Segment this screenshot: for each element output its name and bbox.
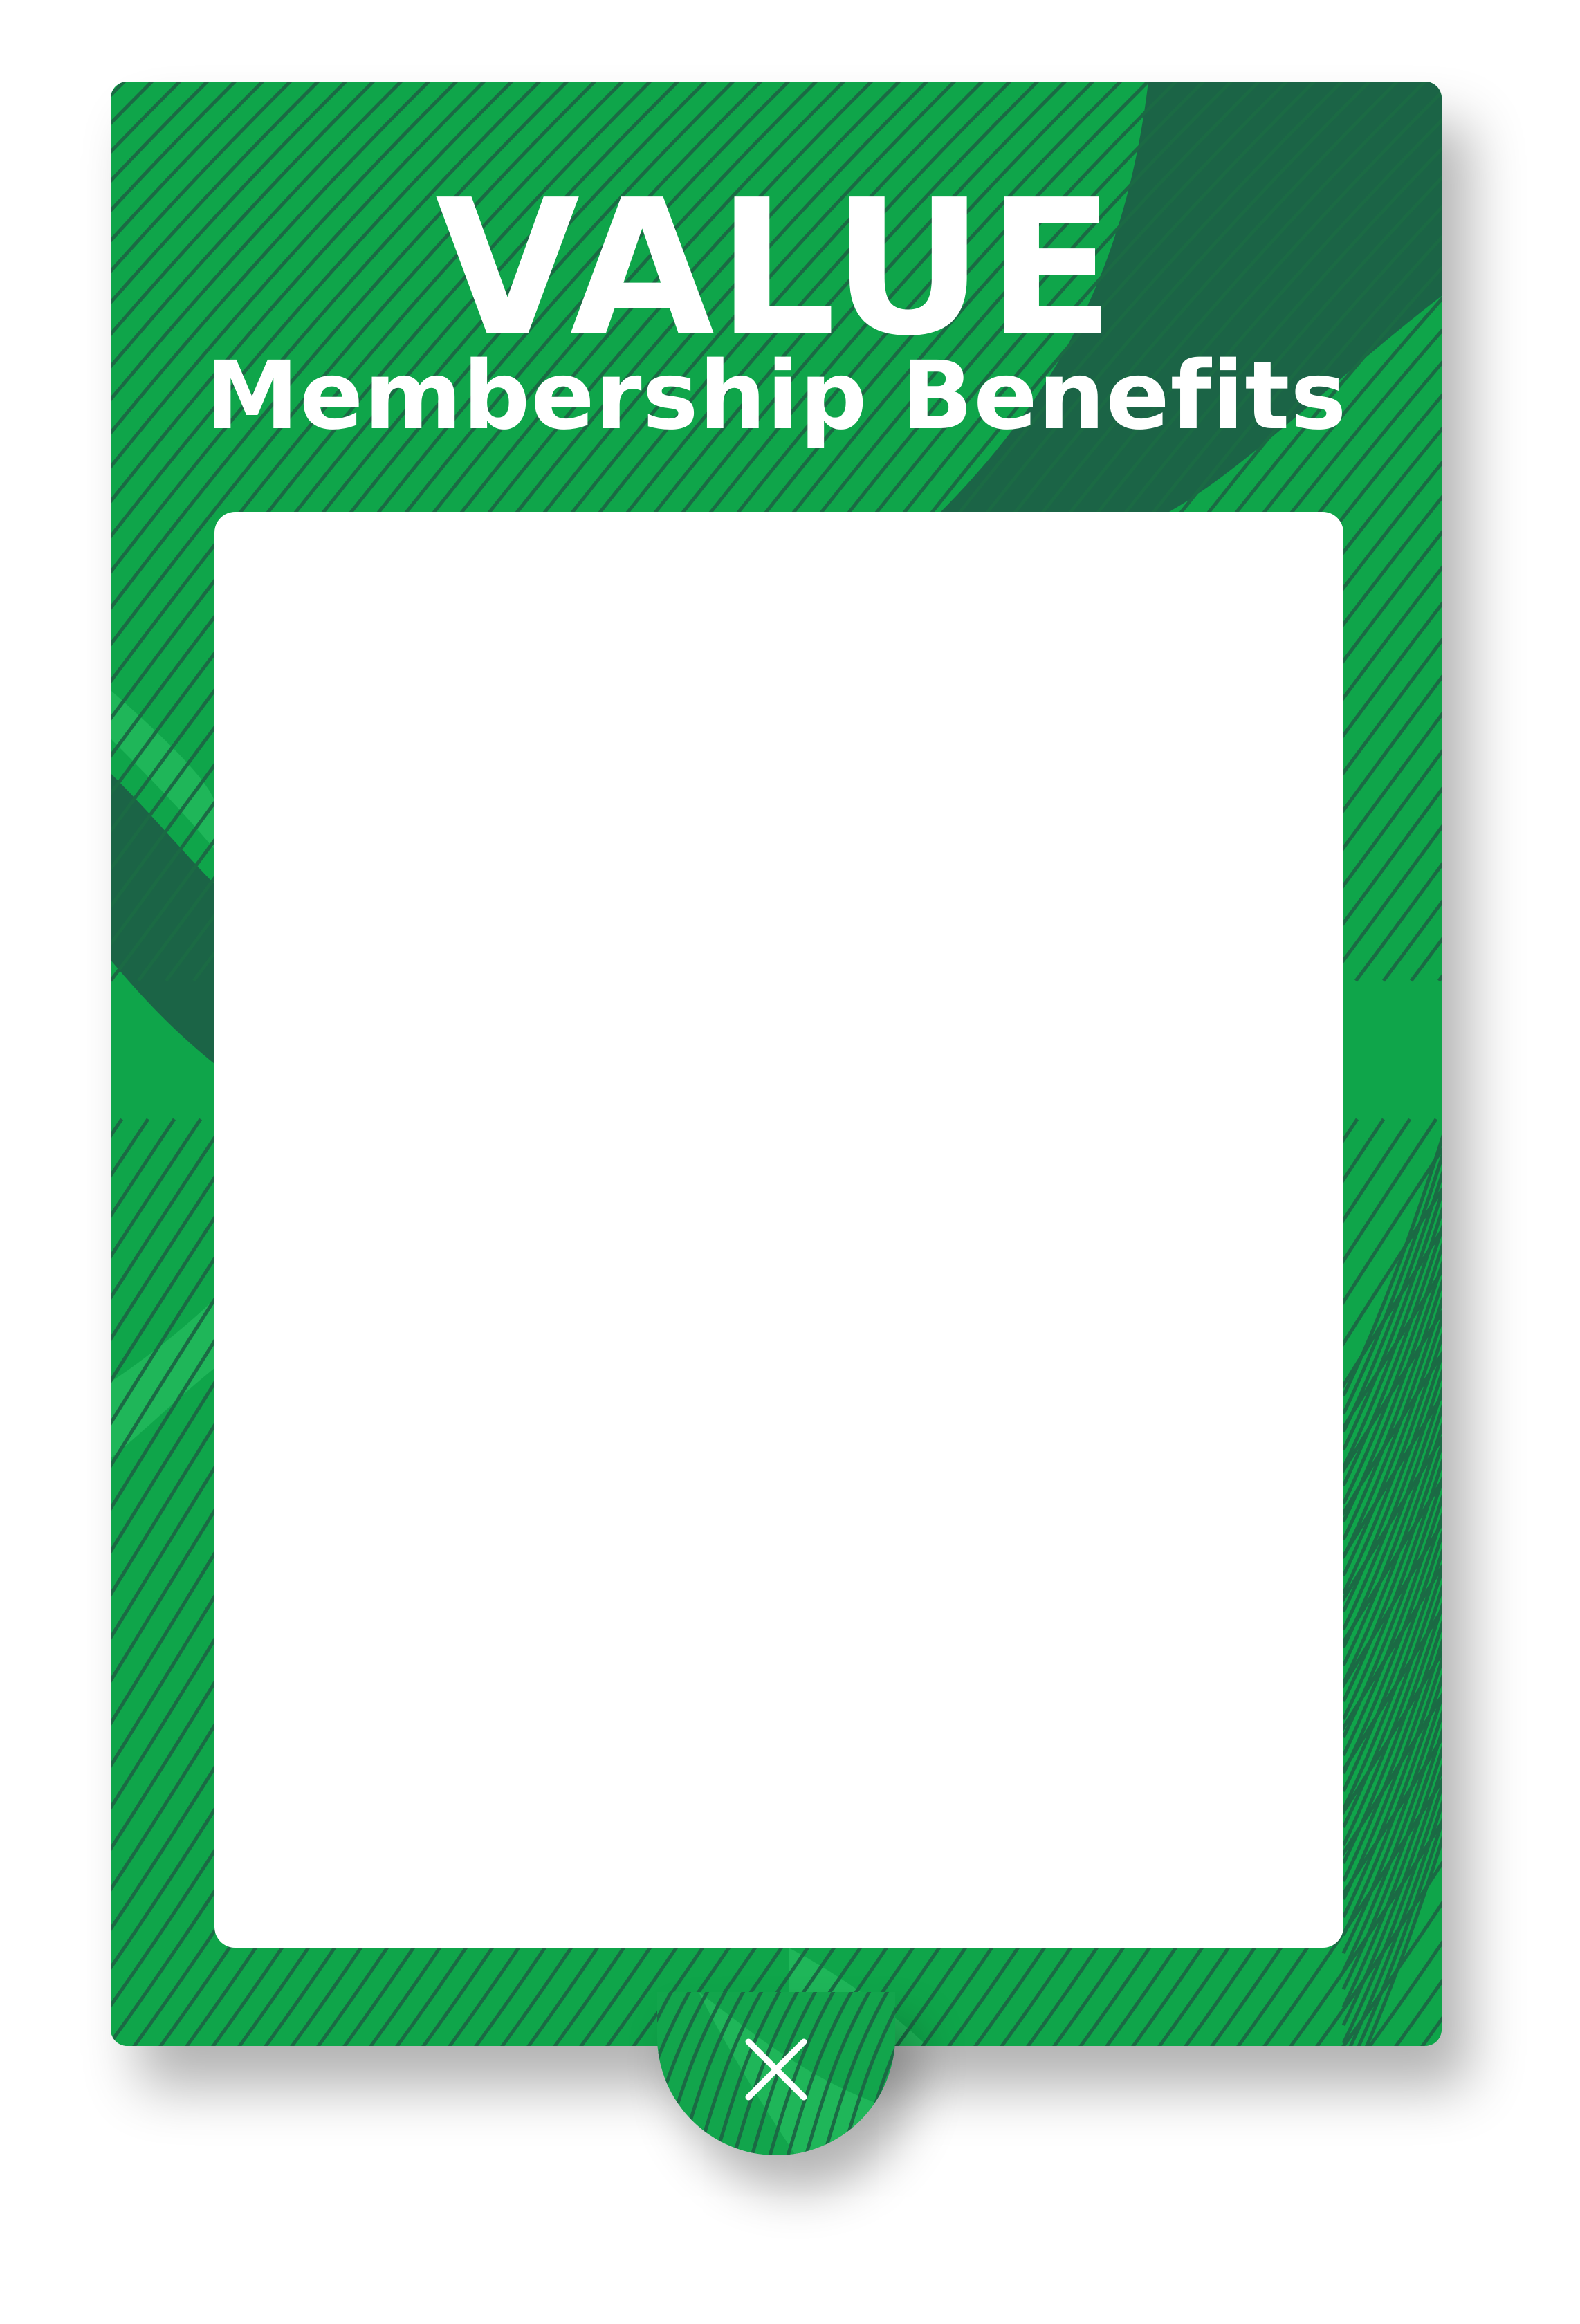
card-subtitle: Membership Benefits [205, 342, 1348, 451]
close-button[interactable] [657, 1992, 895, 2155]
close-icon[interactable] [742, 2035, 811, 2104]
membership-benefits-dialog: VALUE Membership Benefits [0, 0, 1580, 2324]
benefits-card: VALUE Membership Benefits [111, 82, 1442, 2046]
content-panel [214, 512, 1343, 1948]
